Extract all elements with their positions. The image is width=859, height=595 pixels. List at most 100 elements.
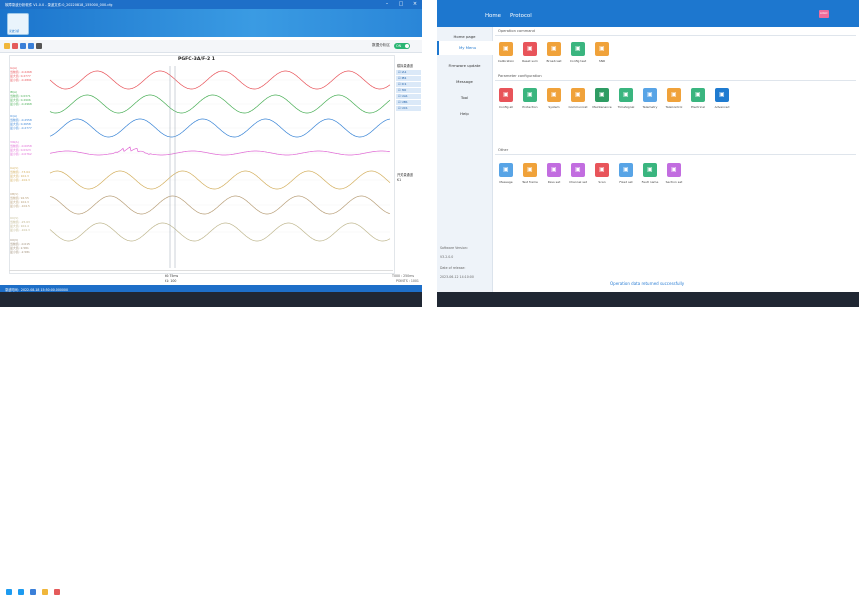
recorder-statusbar: 录波时间：2022-08-18 15:50:00.000000 [0,285,422,292]
cursor-time: t0:75ms [165,274,179,278]
sidebar-item-message[interactable]: Message [437,79,492,84]
channel-value: 最小值: -104.3 [10,228,30,232]
legend-item[interactable]: ☑ IB1 [396,76,421,81]
total-time: T000 : 250ms [392,274,414,278]
tile-advanced[interactable]: ▣ [715,88,729,102]
legend-item-label: ☑ 3I0 [398,88,407,92]
section-title-operation: Operation command [498,29,535,33]
tile-icon: ▣ [623,166,629,173]
tile-icon: ▣ [551,45,557,52]
tile-snr[interactable]: ▣ [595,42,609,56]
nav-protocol[interactable]: Protocol [510,13,532,19]
tile-telemetry[interactable]: ▣ [643,88,657,102]
legend-item[interactable]: ☑ UB1 [396,100,421,105]
channel-value: 最小值: -104.3 [10,178,30,182]
tile-label: Rsvs set [547,180,561,184]
version-label: Software Version: [440,246,468,250]
tile-test-frame[interactable]: ▣ [523,163,537,177]
section-title-parameter: Parameter configuration [498,74,542,78]
tile-label: Maintenance [592,105,612,109]
legend-item-label: ☑ IC1 [398,82,407,86]
tile-icon: ▣ [647,91,653,98]
sidebar-item-home[interactable]: Home page [437,34,492,39]
waveform-canvas [49,66,391,268]
tile-icon: ▣ [599,166,605,173]
tile-label: Scan [598,180,606,184]
legend-item-label: ☑ IB1 [398,76,407,80]
section-divider [495,35,856,36]
section-title-other: Other [498,148,509,152]
sidebar-item-firmware[interactable]: Firmware update [437,63,492,68]
tile-fixed-set[interactable]: ▣ [619,163,633,177]
tile-maintenance[interactable]: ▣ [595,88,609,102]
legend-item-label: ☑ UC1 [398,106,408,110]
tile-icon: ▣ [599,45,605,52]
tile-label: Channel set [569,180,587,184]
sidebar-item-help[interactable]: Help [437,111,492,116]
tile-icon: ▣ [575,45,581,52]
tile-label: Advanced [714,105,730,109]
tile-electrical[interactable]: ▣ [691,88,705,102]
tile-label: Message [499,180,513,184]
tile-message[interactable]: ▣ [499,163,513,177]
tile-config-test[interactable]: ▣ [571,42,585,56]
app-icon[interactable] [54,589,60,595]
tile-protection[interactable]: ▣ [523,88,537,102]
tile-icon: ▣ [695,91,701,98]
section-divider [495,154,856,155]
release-value: 2023-06-12 14:10:00 [440,275,474,279]
tile-icon: ▣ [599,91,605,98]
tile-reset-sum[interactable]: ▣ [523,42,537,56]
tile-icon: ▣ [527,91,533,98]
legend-item[interactable]: ☑ IC1 [396,82,421,87]
tile-scan[interactable]: ▣ [595,163,609,177]
waveform-trace [49,146,391,156]
legend-item[interactable]: ☑ UC1 [396,106,421,111]
tile-calibration[interactable]: ▣ [499,42,513,56]
legend-item[interactable]: ☑ IA1 [396,70,421,75]
explorer-icon[interactable] [30,589,36,595]
start-icon[interactable] [6,589,12,595]
tile-communicat[interactable]: ▣ [571,88,585,102]
tile-label: SNR [598,59,606,63]
tile-system[interactable]: ▣ [547,88,561,102]
tile-config-all[interactable]: ▣ [499,88,513,102]
channel-value: 最小值: -0.2968 [10,102,32,106]
tile-fault-name[interactable]: ▣ [643,163,657,177]
version-value: V3.2.0.0 [440,255,454,259]
tile-icon: ▣ [503,45,509,52]
tile-channel-set[interactable]: ▣ [571,163,585,177]
sidebar-item-my-menu[interactable]: My Menu [437,41,494,55]
operation-status: Operation data returned successfully [610,281,685,286]
legend-item[interactable]: ☑ UA1 [396,94,421,99]
search-icon[interactable] [18,589,24,595]
legend-item-label: ☑ UB1 [398,100,408,104]
tile-label: TimeSignal [617,105,635,109]
tile-broadcast[interactable]: ▣ [547,42,561,56]
tile-label: Section set [665,180,683,184]
brand-logo-icon: LOGO [819,10,829,18]
tile-label: TeleControl [665,105,683,109]
digital-item-k1[interactable]: K1 [397,178,401,182]
tile-icon: ▣ [575,91,581,98]
folder-icon[interactable] [42,589,48,595]
tile-icon: ▣ [671,166,677,173]
channel-value: 最小值: -0.2891 [10,78,32,82]
legend-item[interactable]: ☑ 3I0 [396,88,421,93]
channel-value: 最小值: -0.2777 [10,126,32,130]
tile-section-set[interactable]: ▣ [667,163,681,177]
nav-home[interactable]: Home [485,13,501,19]
tile-telecontrol[interactable]: ▣ [667,88,681,102]
legend-item-label: ☑ IA1 [398,70,407,74]
tile-icon: ▣ [527,45,533,52]
digital-legend-title: 开关量通道 [397,173,413,177]
channel-value: 最小值: -104.5 [10,204,30,208]
sidebar-item-tool[interactable]: Tool [437,95,492,100]
analog-legend-title: 模拟量通道 [397,64,413,68]
tile-label: Telemetry [642,105,658,109]
tile-label: Protection [522,105,538,109]
tile-timesignal[interactable]: ▣ [619,88,633,102]
tile-label: Calibration [497,59,515,63]
taskbar-left [0,292,422,595]
tile-rsvs-set[interactable]: ▣ [547,163,561,177]
